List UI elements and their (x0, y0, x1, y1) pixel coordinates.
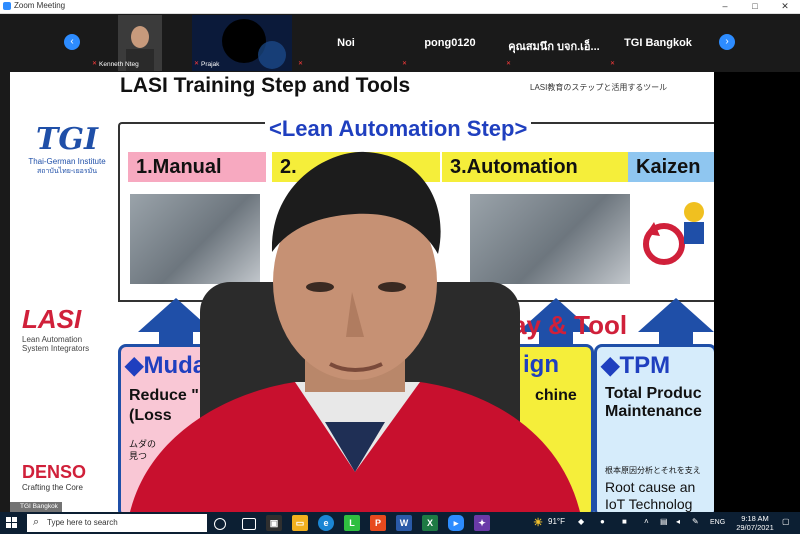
tray-app-icon[interactable]: ◆ (578, 517, 584, 526)
active-speaker-video[interactable]: LASI Training Step and Tools LASI教育のステップ… (10, 72, 714, 512)
weather-temperature[interactable]: 91°F (548, 517, 565, 526)
kaizen-cycle-icon (643, 202, 704, 265)
windows-taskbar: ⌕ Type here to search ▣ ▭ e L P W X ▸ ✦ … (0, 512, 800, 534)
speaker-person (130, 151, 580, 512)
close-button[interactable]: ✕ (770, 0, 800, 13)
clock-date: 29/07/2021 (736, 523, 774, 532)
input-language[interactable]: ENG (710, 519, 725, 526)
window-title: Zoom Meeting (14, 1, 66, 10)
video-letterbox (714, 72, 800, 512)
participant-name: Prajak (201, 61, 220, 68)
cortana-icon[interactable] (214, 518, 226, 530)
edge-icon[interactable]: e (318, 515, 334, 531)
powerpoint-icon[interactable]: P (370, 515, 386, 531)
denso-logo-sub: Crafting the Core (22, 483, 83, 492)
participant-tile[interactable]: ✕ Prajak (192, 15, 292, 71)
lasi-logo-sub: Lean Automation (22, 335, 83, 344)
file-explorer-icon[interactable]: ▭ (292, 515, 308, 531)
next-page-button[interactable]: › (719, 34, 735, 50)
search-icon: ⌕ (33, 516, 40, 528)
tgi-logo-sub-thai: สถาบันไทย-เยอรมัน (36, 168, 98, 175)
denso-logo: DENSO Crafting the Core (22, 462, 122, 492)
volume-icon[interactable]: ◂ (676, 517, 680, 526)
pen-icon[interactable]: ✎ (692, 517, 699, 526)
notifications-icon[interactable]: ▢ (782, 517, 790, 526)
clock-time: 9:18 AM (741, 514, 769, 523)
panel-line: 根本原因分析とそれを支え (605, 466, 701, 475)
store-icon[interactable]: ▣ (266, 515, 282, 531)
muted-mic-icon: ✕ (506, 61, 512, 67)
participant-tile[interactable]: TGI Bangkok ✕ (608, 15, 708, 71)
search-placeholder: Type here to search (47, 518, 118, 527)
participant-tile[interactable]: Noi ✕ (296, 15, 396, 71)
task-view-icon[interactable] (242, 518, 256, 530)
lean-automation-heading: <Lean Automation Step> (265, 116, 532, 142)
tray-app-icon[interactable]: ● (600, 517, 605, 526)
participant-tile[interactable]: ✕ Kenneth Nteg (90, 15, 190, 71)
participant-name: คุณสมนึก บจก.เอ็... (508, 41, 600, 53)
previous-page-button[interactable]: ‹ (64, 34, 80, 50)
tgi-logo-sub: Thai-German Institute (28, 157, 106, 166)
taskbar-clock[interactable]: 9:18 AM 29/07/2021 (730, 514, 780, 532)
muted-mic-icon: ✕ (402, 61, 408, 67)
tgi-logo-mark: TGI (36, 122, 98, 157)
slide-title: LASI Training Step and Tools (120, 74, 411, 97)
tgi-logo: TGI Thai-German Institute สถาบันไทย-เยอร… (22, 122, 112, 177)
panel-tpm: ◆TPM Total Produc Maintenance 根本原因分析とそれを… (594, 344, 714, 512)
chevron-up-icon[interactable]: ˄ (644, 517, 649, 526)
network-icon[interactable]: ▤ (660, 517, 668, 526)
muted-mic-icon: ✕ (610, 61, 616, 67)
taskbar-search-input[interactable]: ⌕ Type here to search (27, 514, 207, 532)
participant-tile[interactable]: pong0120 ✕ (400, 15, 500, 71)
participant-tile[interactable]: คุณสมนึก บจก.เอ็... ✕ (504, 15, 604, 71)
panel-line: Root cause an (605, 479, 696, 495)
muted-mic-icon: ✕ (92, 61, 98, 67)
active-speaker-name-badge: TGI Bangkok (10, 502, 62, 512)
participant-name: pong0120 (424, 37, 476, 49)
line-icon[interactable]: L (344, 515, 360, 531)
participant-name: TGI Bangkok (624, 37, 692, 49)
lasi-logo-sub: System Integrators (22, 344, 90, 353)
window-titlebar: Zoom Meeting – □ ✕ (0, 0, 800, 14)
denso-logo-mark: DENSO (22, 462, 87, 482)
panel-line: Maintenance (605, 403, 702, 420)
word-icon[interactable]: W (396, 515, 412, 531)
panel-header: ◆TPM (601, 352, 671, 379)
participant-strip: ‹ ✕ Kenneth Nteg ✕ Prajak Noi ✕ pong0120… (0, 14, 800, 72)
lasi-logo: LASI Lean Automation System Integrators (22, 304, 122, 353)
minimize-button[interactable]: – (710, 0, 740, 13)
tray-app-icon[interactable]: ■ (622, 517, 627, 526)
panel-line: IoT Technolog (605, 496, 693, 512)
zoom-app-icon (3, 2, 11, 10)
slide-subtitle: LASI教育のステップと活用するツール (530, 83, 668, 92)
windows-start-button[interactable] (6, 517, 18, 529)
participant-name: Kenneth Nteg (99, 61, 139, 68)
lasi-logo-mark: LASI (22, 304, 82, 334)
muted-mic-icon: ✕ (298, 61, 304, 67)
maximize-button[interactable]: □ (740, 0, 770, 13)
weather-sun-icon[interactable]: ☀ (530, 515, 546, 531)
app-icon[interactable]: ✦ (474, 515, 490, 531)
excel-icon[interactable]: X (422, 515, 438, 531)
muted-mic-icon: ✕ (194, 61, 200, 67)
participant-name: Noi (337, 37, 355, 49)
arrow-up-icon (638, 298, 714, 332)
zoom-icon[interactable]: ▸ (448, 515, 464, 531)
step-kaizen: Kaizen (628, 152, 714, 182)
panel-line: Total Produc (605, 385, 702, 402)
